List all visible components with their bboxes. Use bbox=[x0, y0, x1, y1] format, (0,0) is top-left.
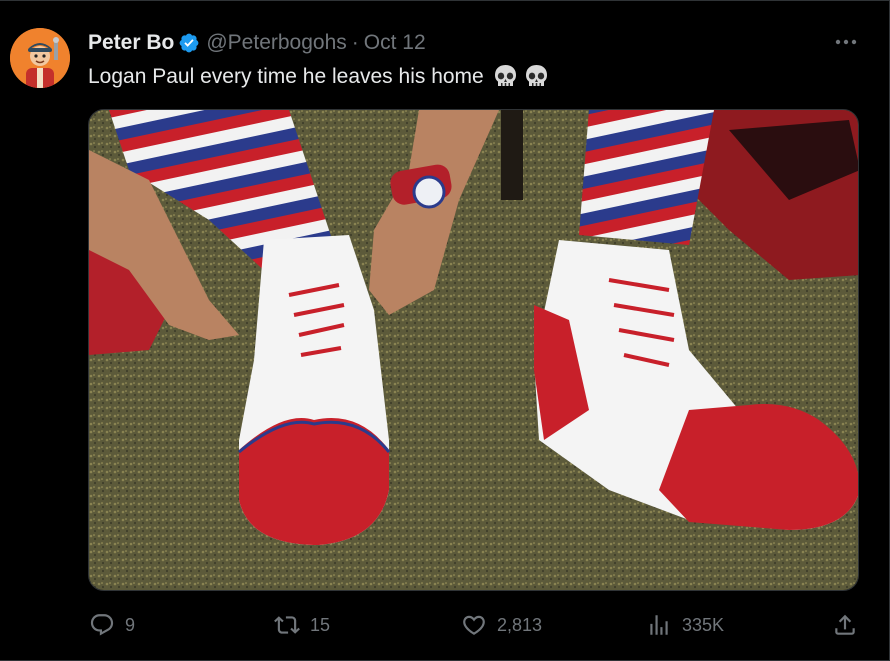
skull-icon bbox=[492, 63, 519, 90]
retweet-icon bbox=[274, 616, 300, 634]
views-chart-icon bbox=[650, 615, 668, 635]
clown-shoes-photo bbox=[89, 110, 858, 590]
views-count: 335K bbox=[682, 614, 725, 635]
verified-badge-icon[interactable] bbox=[178, 32, 200, 54]
skull-icon bbox=[523, 63, 550, 90]
avatar[interactable] bbox=[10, 28, 70, 88]
reply-button[interactable]: 9 bbox=[89, 610, 135, 640]
views-button[interactable]: 335K bbox=[646, 610, 724, 640]
avatar-cartoon-icon bbox=[10, 28, 70, 88]
share-button[interactable] bbox=[832, 610, 858, 640]
like-button[interactable]: 2,813 bbox=[461, 610, 542, 640]
frame-top-border bbox=[0, 0, 890, 1]
tweet-header: Peter Bo @Peterbogohs · Oct 12 bbox=[88, 30, 426, 56]
reply-count: 9 bbox=[125, 614, 136, 635]
share-icon bbox=[835, 614, 855, 635]
heart-icon bbox=[463, 615, 485, 635]
retweet-count: 15 bbox=[310, 614, 331, 635]
user-handle[interactable]: @Peterbogohs bbox=[206, 31, 346, 55]
separator-dot: · bbox=[351, 31, 359, 54]
like-count: 2,813 bbox=[497, 614, 543, 635]
display-name[interactable]: Peter Bo bbox=[88, 31, 174, 55]
more-dots-icon bbox=[835, 39, 857, 45]
tweet-text: Logan Paul every time he leaves his home bbox=[88, 64, 484, 88]
reply-icon bbox=[90, 614, 114, 636]
tweet-timestamp[interactable]: Oct 12 bbox=[364, 31, 426, 55]
tweet-media-image[interactable] bbox=[88, 109, 859, 591]
retweet-button[interactable]: 15 bbox=[274, 610, 330, 640]
tweet-text-row: Logan Paul every time he leaves his home bbox=[88, 63, 550, 90]
more-options-button[interactable] bbox=[832, 30, 860, 54]
tweet-action-bar: 9 15 2,813 335K bbox=[0, 610, 890, 640]
